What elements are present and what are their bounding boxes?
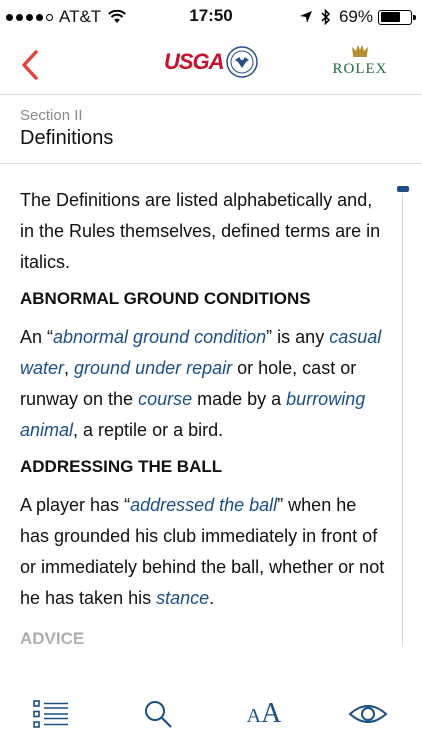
bottom-toolbar: AA xyxy=(0,680,422,750)
text-span: , a reptile or a bird. xyxy=(73,420,224,440)
nav-header: USGA ROLEX xyxy=(0,34,422,95)
addressing-paragraph: A player has “addressed the ball” when h… xyxy=(20,490,390,614)
text-span: , xyxy=(64,358,75,378)
eye-icon xyxy=(348,705,388,723)
section-header: Section II Definitions xyxy=(0,95,422,164)
intro-paragraph: The Definitions are listed alphabeticall… xyxy=(20,190,381,272)
text-size-button[interactable]: AA xyxy=(242,694,286,734)
abnormal-heading: ABNORMAL GROUND CONDITIONS xyxy=(20,289,311,308)
rolex-crown-icon xyxy=(352,45,368,57)
location-icon xyxy=(299,11,312,23)
back-chevron-icon[interactable] xyxy=(16,48,46,82)
text-size-small: A xyxy=(246,705,262,727)
text-size-large: A xyxy=(261,698,282,729)
list-icon xyxy=(33,700,68,728)
advice-heading: ADVICE xyxy=(20,629,85,648)
abnormal-paragraph: An “abnormal ground condition” is any ca… xyxy=(20,322,390,446)
text-size-icon: AA xyxy=(247,698,282,730)
usga-logo-text: USGA xyxy=(164,49,225,74)
view-button[interactable] xyxy=(346,694,390,734)
section-label: Section II xyxy=(20,107,83,124)
text-span: ” is any xyxy=(266,327,330,347)
battery-icon xyxy=(378,9,416,25)
definition-link[interactable]: abnormal ground condition xyxy=(53,327,266,347)
section-title: Definitions xyxy=(20,127,114,149)
definition-link[interactable]: ground under repair xyxy=(74,358,232,378)
definition-link[interactable]: addressed the ball xyxy=(130,495,277,515)
text-span: made by a xyxy=(192,389,287,409)
rolex-logo: ROLEX xyxy=(328,44,392,78)
definition-link[interactable]: course xyxy=(138,389,192,409)
search-button[interactable] xyxy=(136,694,180,734)
search-icon xyxy=(145,701,172,728)
usga-logo: USGA xyxy=(164,46,258,78)
usga-seal-icon xyxy=(225,46,258,78)
rolex-logo-text: ROLEX xyxy=(332,61,388,77)
bluetooth-icon xyxy=(321,9,331,25)
text-span: . xyxy=(209,588,215,608)
contents-button[interactable] xyxy=(29,694,73,734)
definition-link[interactable]: stance xyxy=(156,588,209,608)
battery-percent: 69% xyxy=(338,7,373,26)
text-span: A player has “ xyxy=(20,495,131,515)
addressing-heading: ADDRESSING THE BALL xyxy=(20,457,223,476)
text-span: An “ xyxy=(20,327,54,347)
definitions-content: The Definitions are listed alphabeticall… xyxy=(20,185,390,662)
status-bar: AT&T 17:50 69% xyxy=(0,0,422,34)
status-right: 69% xyxy=(299,7,416,27)
scroll-track[interactable] xyxy=(402,193,403,647)
scroll-thumb[interactable] xyxy=(397,186,409,192)
